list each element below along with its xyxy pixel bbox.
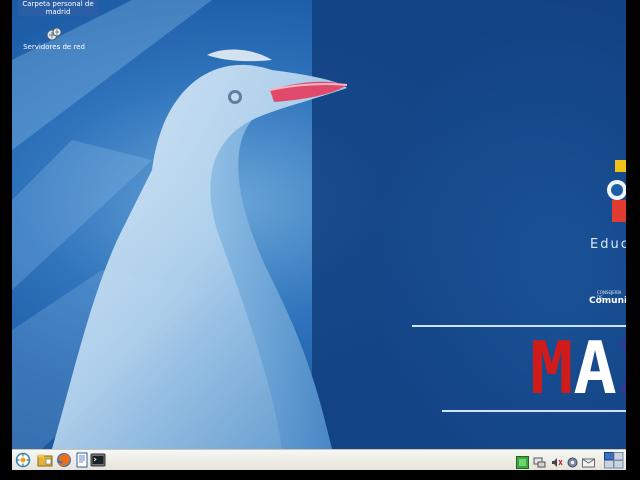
screen-border-bottom bbox=[0, 470, 640, 480]
desktop[interactable]: Educ CONSEJERÍA DE Comunic MAX Carpeta p… bbox=[12, 0, 626, 449]
taskbar[interactable] bbox=[12, 449, 626, 470]
desktop-icon-network-servers[interactable]: Servidores de red bbox=[14, 26, 94, 51]
max-letter-a: A bbox=[573, 326, 617, 410]
green-app-icon[interactable] bbox=[516, 454, 529, 469]
network-servers-icon bbox=[46, 26, 62, 42]
desktop-icon-home-folder[interactable]: Carpeta personal de madrid bbox=[18, 0, 98, 16]
desktop-icon-label: Carpeta personal de madrid bbox=[18, 0, 98, 16]
text-editor-icon[interactable] bbox=[74, 452, 90, 468]
desktop-icon-label: Servidores de red bbox=[23, 43, 85, 51]
kde-menu-icon[interactable] bbox=[15, 452, 31, 468]
screen-border-left bbox=[0, 0, 12, 449]
speaker-icon[interactable] bbox=[550, 454, 563, 467]
max-letter-m: M bbox=[530, 326, 574, 410]
firefox-icon[interactable] bbox=[56, 452, 72, 468]
settings-icon[interactable] bbox=[566, 454, 579, 468]
screen-border-right bbox=[626, 0, 640, 480]
desktop-switcher-icon[interactable] bbox=[604, 452, 624, 469]
network-icon[interactable] bbox=[533, 454, 546, 468]
terminal-icon[interactable] bbox=[90, 452, 106, 468]
comunidad-text: Comunic bbox=[589, 296, 626, 306]
educa-text: Educ bbox=[590, 237, 626, 252]
file-manager-icon[interactable] bbox=[37, 452, 53, 468]
mail-icon[interactable] bbox=[582, 454, 595, 468]
max-letter-x: X bbox=[617, 326, 626, 410]
max-logo: MAX bbox=[530, 330, 626, 406]
